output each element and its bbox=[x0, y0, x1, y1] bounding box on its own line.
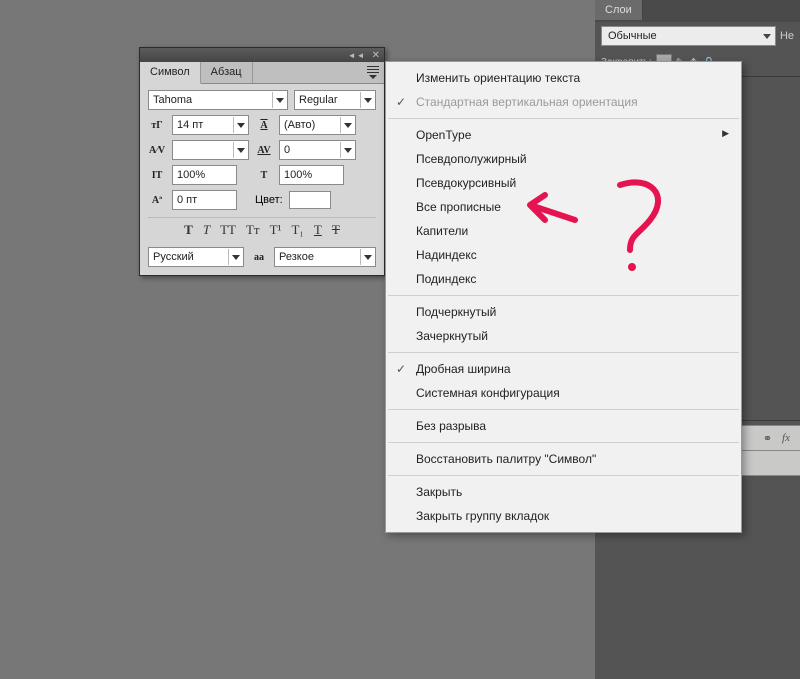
menu-superscript[interactable]: Надиндекс bbox=[386, 243, 741, 267]
menu-all-caps[interactable]: Все прописные bbox=[386, 195, 741, 219]
antialias-select[interactable]: Резкое bbox=[274, 247, 376, 267]
panel-titlebar[interactable]: ◄◄ ✕ bbox=[140, 48, 384, 62]
menu-subscript[interactable]: Подиндекс bbox=[386, 267, 741, 291]
menu-separator bbox=[388, 475, 739, 476]
allcaps-button[interactable]: TT bbox=[220, 222, 236, 238]
menu-separator bbox=[388, 442, 739, 443]
hscale-icon: T bbox=[255, 167, 273, 183]
menu-change-orientation[interactable]: Изменить ориентацию текста bbox=[386, 66, 741, 90]
vscale-icon: IT bbox=[148, 167, 166, 183]
font-size-icon: тГ bbox=[148, 117, 166, 133]
menu-faux-bold[interactable]: Псевдополужирный bbox=[386, 147, 741, 171]
font-size-field[interactable]: 14 пт bbox=[172, 115, 249, 135]
menu-fractional-width[interactable]: Дробная ширина bbox=[386, 357, 741, 381]
leading-field[interactable]: (Авто) bbox=[279, 115, 356, 135]
faux-italic-button[interactable]: T bbox=[203, 222, 210, 238]
font-style-select[interactable]: Regular bbox=[294, 90, 376, 110]
menu-separator bbox=[388, 409, 739, 410]
fx-icon[interactable]: fx bbox=[782, 432, 790, 444]
layers-tab[interactable]: Слои bbox=[595, 0, 643, 20]
menu-strikethrough[interactable]: Зачеркнутый bbox=[386, 324, 741, 348]
menu-separator bbox=[388, 352, 739, 353]
menu-separator bbox=[388, 295, 739, 296]
menu-underline[interactable]: Подчеркнутый bbox=[386, 300, 741, 324]
underline-button[interactable]: T bbox=[314, 222, 322, 238]
subscript-button[interactable]: T₁ bbox=[291, 222, 303, 238]
kerning-icon: A∕V bbox=[148, 142, 166, 158]
menu-reset-palette[interactable]: Восстановить палитру "Символ" bbox=[386, 447, 741, 471]
smallcaps-button[interactable]: Tт bbox=[246, 222, 260, 238]
collapse-icon[interactable]: ◄◄ bbox=[348, 51, 366, 60]
vscale-field[interactable]: 100% bbox=[172, 165, 237, 185]
character-panel: ◄◄ ✕ Символ Абзац Tahoma Regular тГ 14 п… bbox=[139, 47, 385, 276]
truncated-label: Не bbox=[780, 30, 794, 42]
tab-paragraph[interactable]: Абзац bbox=[201, 62, 253, 83]
menu-separator bbox=[388, 118, 739, 119]
menu-close-group[interactable]: Закрыть группу вкладок bbox=[386, 504, 741, 528]
menu-faux-italic[interactable]: Псевдокурсивный bbox=[386, 171, 741, 195]
menu-system-layout[interactable]: Системная конфигурация bbox=[386, 381, 741, 405]
color-label: Цвет: bbox=[255, 194, 283, 206]
menu-small-caps[interactable]: Капители bbox=[386, 219, 741, 243]
text-style-row: T T TT Tт T¹ T₁ T T bbox=[148, 217, 376, 238]
color-swatch[interactable] bbox=[289, 191, 331, 209]
blend-mode-select[interactable]: Обычные bbox=[601, 26, 776, 46]
strike-button[interactable]: T bbox=[332, 222, 340, 238]
tracking-icon: AV bbox=[255, 142, 273, 158]
menu-opentype[interactable]: OpenType bbox=[386, 123, 741, 147]
faux-bold-button[interactable]: T bbox=[184, 222, 193, 238]
close-icon[interactable]: ✕ bbox=[372, 50, 380, 61]
baseline-icon: Aª bbox=[148, 192, 166, 208]
leading-icon: А bbox=[255, 117, 273, 133]
panel-context-menu: Изменить ориентацию текста Стандартная в… bbox=[385, 61, 742, 533]
panel-menu-icon[interactable] bbox=[362, 62, 384, 83]
menu-no-break[interactable]: Без разрыва bbox=[386, 414, 741, 438]
kerning-field[interactable] bbox=[172, 140, 249, 160]
link-icon[interactable]: ⚭ bbox=[763, 432, 772, 445]
superscript-button[interactable]: T¹ bbox=[270, 222, 282, 238]
font-family-select[interactable]: Tahoma bbox=[148, 90, 288, 110]
tracking-field[interactable]: 0 bbox=[279, 140, 356, 160]
antialias-icon: aа bbox=[250, 249, 268, 265]
baseline-field[interactable]: 0 пт bbox=[172, 190, 237, 210]
tab-symbol[interactable]: Символ bbox=[140, 62, 201, 84]
menu-standard-vertical: Стандартная вертикальная ориентация bbox=[386, 90, 741, 114]
menu-close[interactable]: Закрыть bbox=[386, 480, 741, 504]
hscale-field[interactable]: 100% bbox=[279, 165, 344, 185]
language-select[interactable]: Русский bbox=[148, 247, 244, 267]
